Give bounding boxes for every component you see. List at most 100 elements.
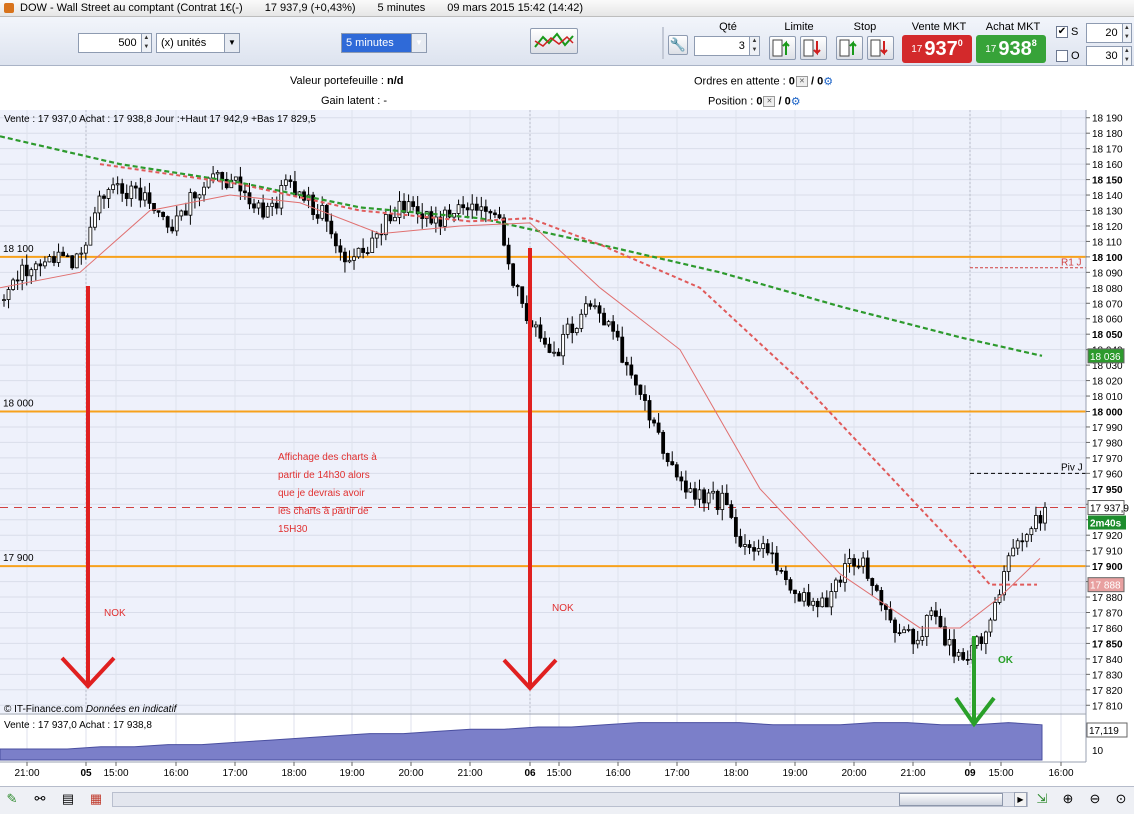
s-down-button[interactable]: ▼ <box>1123 33 1131 42</box>
candle-body <box>29 269 34 277</box>
candle-body <box>788 579 793 591</box>
price-badge-label: 17 888 <box>1090 581 1121 592</box>
candle-body <box>924 615 929 638</box>
timeframe-select[interactable]: 5 minutes ▼ <box>341 33 427 53</box>
quantity-up-button[interactable]: ▲ <box>142 34 151 43</box>
print-icon[interactable]: ▤ <box>60 791 76 807</box>
candle-body <box>911 628 916 645</box>
price-tick-label: 18 080 <box>1092 284 1123 295</box>
candle-body <box>83 244 88 254</box>
order-qty-input[interactable] <box>695 37 749 55</box>
o-stepper[interactable]: ▲▼ <box>1086 46 1132 66</box>
pending-orders-icon[interactable]: ✕ <box>795 76 808 87</box>
settings-button[interactable]: 🔧 <box>668 35 688 55</box>
level-label: 18 000 <box>3 399 34 410</box>
candle-body <box>615 330 620 338</box>
s-up-button[interactable]: ▲ <box>1123 24 1131 33</box>
candle-body <box>802 592 806 602</box>
candle-body <box>88 226 93 246</box>
level-label: 18 100 <box>3 244 34 255</box>
latent-gain-value: - <box>383 95 388 107</box>
candle-body <box>1029 528 1034 536</box>
candle-body <box>111 184 116 190</box>
candle-body <box>383 214 388 236</box>
time-tick-label: 16:00 <box>163 768 188 779</box>
indicators-button[interactable] <box>530 28 578 54</box>
reset-icon[interactable]: ⇲ <box>1034 791 1050 807</box>
candle-body <box>993 602 997 621</box>
candle-body <box>52 256 56 263</box>
price-tick-label: 18 130 <box>1092 207 1123 218</box>
quantity-stepper[interactable]: ▲▼ <box>78 33 152 53</box>
buy-market-button[interactable]: 17 938 8 <box>976 35 1046 63</box>
candle-body <box>333 233 338 247</box>
draw-tool-icon[interactable]: ✎ <box>4 791 20 807</box>
sell-market-button[interactable]: 17 937 0 <box>902 35 972 63</box>
o-up-button[interactable]: ▲ <box>1123 47 1131 56</box>
stop-buy-button[interactable] <box>836 36 863 60</box>
o-input[interactable] <box>1087 47 1122 65</box>
limit-sell-button[interactable] <box>800 36 827 60</box>
candle-body <box>670 461 675 466</box>
candle-body <box>870 578 875 586</box>
candle-body <box>661 431 666 454</box>
candle-body <box>161 211 166 217</box>
candle-body <box>838 579 843 583</box>
candle-body <box>611 321 616 332</box>
table-icon[interactable]: ▦ <box>88 791 104 807</box>
order-qty-stepper[interactable]: ▲▼ <box>694 36 760 56</box>
candle-body <box>243 190 247 194</box>
quantity-down-button[interactable]: ▼ <box>142 43 151 52</box>
candle-body <box>356 247 361 258</box>
candle-body <box>347 259 352 263</box>
price-tick-label: 17 820 <box>1092 686 1123 697</box>
o-down-button[interactable]: ▼ <box>1123 56 1131 65</box>
candle-body <box>693 488 697 500</box>
candle-body <box>388 214 393 222</box>
s-checkbox[interactable]: ✔ <box>1056 26 1068 38</box>
candle-body <box>470 203 475 211</box>
copyright-text: © IT-Finance.com <box>4 704 83 715</box>
candle-body <box>579 313 584 329</box>
position-gear-icon[interactable]: ⚙ <box>791 95 801 108</box>
scrollbar-thumb[interactable] <box>899 793 1003 806</box>
zoom-out-icon[interactable]: ⊖ <box>1087 791 1103 807</box>
timeframe-label: 5 minutes <box>346 37 394 49</box>
candle-body <box>1043 506 1047 524</box>
sell-price-main: 937 <box>924 37 958 60</box>
candle-body <box>115 183 120 186</box>
candle-body <box>170 226 175 232</box>
candle-body <box>597 305 602 314</box>
zoom-fit-icon[interactable]: ⊙ <box>1113 791 1129 807</box>
horizontal-scrollbar[interactable] <box>112 792 1028 807</box>
order-qty-up-button[interactable]: ▲ <box>750 37 759 46</box>
zoom-in-icon[interactable]: ⊕ <box>1060 791 1076 807</box>
candle-body <box>638 384 643 395</box>
pending-gear-icon[interactable]: ⚙ <box>823 75 833 88</box>
candle-body <box>274 202 279 209</box>
buy-price-decimal: 8 <box>1031 38 1037 48</box>
candle-body <box>165 216 170 228</box>
candle-body <box>843 563 847 583</box>
stop-header: Stop <box>853 21 877 33</box>
candle-body <box>70 255 75 269</box>
scroll-right-button[interactable]: ▶ <box>1014 792 1027 807</box>
candle-body <box>747 544 752 548</box>
quantity-input[interactable] <box>79 34 141 52</box>
candle-body <box>702 489 706 504</box>
candle-body <box>929 610 934 616</box>
stop-sell-button[interactable] <box>867 36 894 60</box>
link-icon[interactable]: ⚯ <box>32 791 48 807</box>
s-stepper[interactable]: ▲▼ <box>1086 23 1132 43</box>
o-checkbox[interactable] <box>1056 50 1068 62</box>
order-qty-down-button[interactable]: ▼ <box>750 46 759 55</box>
position-icon[interactable]: ✕ <box>763 96 776 107</box>
price-tick-label: 17 850 <box>1092 639 1123 650</box>
price-chart[interactable]: 18 100 18 000 17 900 Piv J R1 J 17,119 10 18 … <box>0 110 1134 786</box>
s-input[interactable] <box>1087 24 1122 42</box>
limit-buy-button[interactable] <box>769 36 796 60</box>
candle-body <box>202 186 206 196</box>
candle-body <box>565 323 570 335</box>
candle-body <box>888 609 893 621</box>
units-select[interactable]: (x) unités ▼ <box>156 33 240 53</box>
